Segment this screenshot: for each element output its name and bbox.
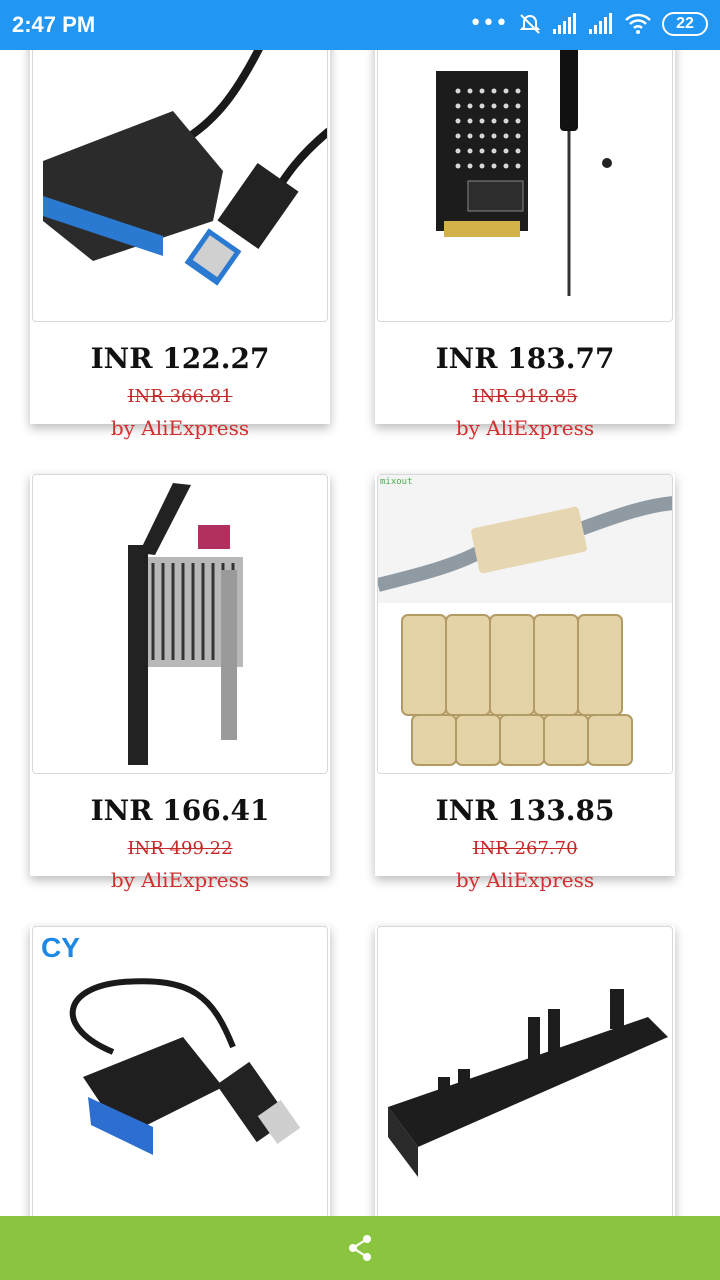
sata-usb-adapter-image <box>43 50 327 286</box>
status-time: 2:47 PM <box>12 12 96 37</box>
svg-text:CY: CY <box>41 932 80 963</box>
product-image[interactable]: mixout <box>377 474 673 774</box>
product-price: INR 166.41 <box>90 794 270 827</box>
product-original-price: INR 267.70 <box>472 838 578 859</box>
product-image[interactable] <box>32 474 328 774</box>
product-card[interactable]: INR 183.77 INR 918.85 by AliExpress <box>375 50 675 440</box>
product-card[interactable]: INR 166.41 INR 499.22 by AliExpress <box>30 474 330 892</box>
product-seller: by AliExpress <box>110 416 250 440</box>
product-grid: INR 122.27 INR 366.81 by AliExpress INR … <box>0 50 720 1216</box>
product-seller: by AliExpress <box>110 868 250 892</box>
product-price: INR 122.27 <box>90 342 270 375</box>
product-original-price: INR 918.85 <box>472 386 578 407</box>
product-card[interactable]: INR 122.27 INR 366.81 by AliExpress <box>30 50 330 440</box>
product-original-price: INR 499.22 <box>127 838 233 859</box>
status-icons: ••• 22 <box>469 12 708 36</box>
product-seller: by AliExpress <box>455 416 595 440</box>
battery-icon: 22 <box>662 12 708 36</box>
m2-adapter-image <box>436 50 612 296</box>
status-bar: 2:47 PM ••• 22 <box>0 0 720 50</box>
signal-icon <box>589 13 612 34</box>
product-image[interactable]: CY <box>32 926 328 1216</box>
brand-logo: CY <box>41 932 80 963</box>
drive-rail-bracket-image <box>388 989 668 1177</box>
product-price: INR 133.85 <box>435 794 615 827</box>
signal-icon <box>553 13 576 34</box>
product-seller: by AliExpress <box>455 868 595 892</box>
wifi-icon <box>625 13 651 34</box>
more-dots-icon: ••• <box>469 11 508 36</box>
product-image[interactable] <box>377 50 673 322</box>
sata-usb3-cable-image: CY <box>41 932 301 1155</box>
product-image[interactable] <box>377 926 673 1216</box>
bottom-bar <box>0 1216 720 1280</box>
product-image[interactable] <box>32 50 328 322</box>
product-card[interactable]: CY <box>30 926 330 1216</box>
hdd-tray-image <box>128 483 243 765</box>
product-original-price: INR 366.81 <box>127 386 233 407</box>
product-card[interactable]: mixout INR 133.85 INR 267.70 by AliExpre… <box>375 474 675 892</box>
alarm-off-icon <box>519 14 541 34</box>
image-watermark: mixout <box>380 477 413 487</box>
product-card[interactable] <box>375 926 675 1216</box>
share-icon[interactable] <box>346 1234 374 1262</box>
product-price: INR 183.77 <box>435 342 615 375</box>
rj45-coupler-image <box>378 475 672 773</box>
